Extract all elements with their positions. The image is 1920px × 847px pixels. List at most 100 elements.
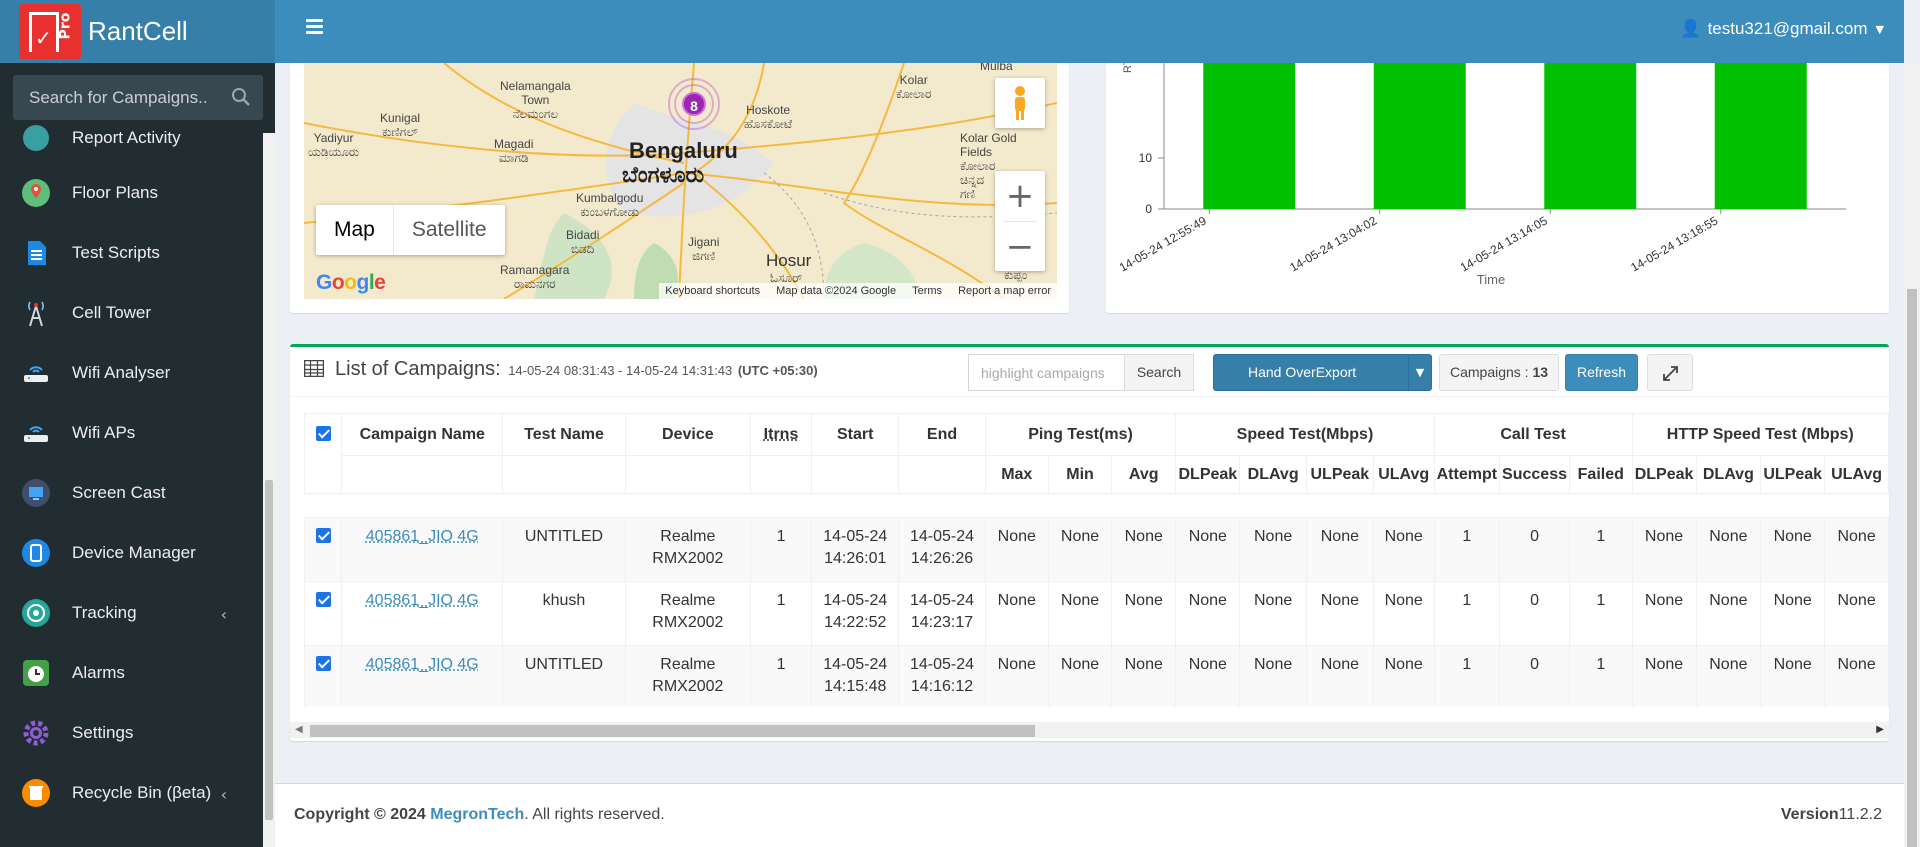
col-speed-ulpeak[interactable]: ULPeak	[1305, 455, 1374, 494]
col-campaign-name[interactable]: Campaign Name	[341, 413, 504, 456]
col-ping-avg[interactable]: Avg	[1111, 455, 1177, 494]
map-place-kolar: Kolar ಕೋಲಾರ	[896, 73, 932, 101]
campaign-link[interactable]: 405861_JIO 4G	[366, 528, 479, 545]
campaign-map[interactable]: Nelamangala Town ನೆಲಮಂಗಲ Kunigal ಕುಣಿಗಲ್…	[304, 63, 1057, 299]
bar-0	[1203, 63, 1296, 209]
campaigns-table-wrapper[interactable]: Campaign Name Test Name Device Itrns Sta…	[304, 413, 1889, 707]
highlight-campaigns-input[interactable]	[968, 354, 1125, 391]
row-checkbox[interactable]	[304, 581, 343, 646]
scroll-left-arrow-icon[interactable]: ◀	[295, 724, 303, 735]
campaigns-title: List of Campaigns: 14-05-24 08:31:43 - 1…	[335, 358, 818, 380]
company-link[interactable]: MegronTech	[430, 806, 524, 823]
map-type-satellite-button[interactable]: Satellite	[394, 205, 505, 255]
col-group-call-test: Call Test	[1433, 413, 1633, 456]
sidebar-item-floor-plans[interactable]: Floor Plans	[0, 163, 263, 223]
handover-export-button[interactable]: Hand OverExport	[1213, 354, 1409, 391]
campaign-link[interactable]: 405861_JIO 4G	[366, 656, 479, 673]
sidebar: Report Activity Floor Plans Test Scripts…	[0, 63, 275, 847]
report-activity-icon	[20, 122, 52, 154]
col-ping-max[interactable]: Max	[984, 455, 1049, 494]
caret-down-icon: ▼	[1875, 22, 1884, 36]
map-type-control: Map Satellite	[316, 205, 505, 255]
col-speed-dlavg[interactable]: DLAvg	[1239, 455, 1307, 494]
col-group-http-speed-test: HTTP Speed Test (Mbps)	[1631, 413, 1889, 456]
keyboard-shortcuts-link[interactable]: Keyboard shortcuts	[665, 283, 760, 299]
table-horizontal-scrollbar[interactable]: ◀ ▶	[290, 722, 1889, 738]
zoom-in-button[interactable]: +	[995, 171, 1045, 221]
user-icon: 👤	[1680, 19, 1702, 39]
menu-toggle-icon[interactable]	[306, 19, 323, 35]
col-device[interactable]: Device	[624, 413, 751, 456]
sidebar-scrollbar[interactable]	[263, 133, 275, 847]
col-group-speed-test: Speed Test(Mbps)	[1175, 413, 1435, 456]
map-place-hoskote: Hoskote ಹೊಸಕೋಟೆ	[744, 103, 793, 131]
user-menu[interactable]: 👤 testu321@gmail.com ▼	[1680, 19, 1884, 39]
col-http-dlavg[interactable]: DLAvg	[1695, 455, 1762, 494]
zoom-out-button[interactable]: −	[995, 222, 1045, 272]
row-checkbox[interactable]	[304, 645, 343, 707]
zoom-control: + −	[995, 171, 1045, 271]
sidebar-item-test-scripts[interactable]: Test Scripts	[0, 223, 263, 283]
sidebar-item-recycle-bin[interactable]: Recycle Bin (βeta) ‹	[0, 763, 263, 823]
sidebar-item-cell-tower[interactable]: Cell Tower	[0, 283, 263, 343]
rtt-bar-chart: 0 10 RT 14-05-24 12:55:49 14-05-24 13:04:02 1…	[1117, 63, 1846, 287]
row-checkbox[interactable]	[304, 517, 343, 582]
col-http-ulpeak[interactable]: ULPeak	[1760, 455, 1826, 494]
sidebar-item-settings[interactable]: Settings	[0, 703, 263, 763]
highlight-search-button[interactable]: Search	[1124, 354, 1194, 391]
refresh-button[interactable]: Refresh	[1565, 354, 1638, 391]
sidebar-item-wifi-analyser[interactable]: Wifi Analyser	[0, 343, 263, 403]
col-call-success[interactable]: Success	[1499, 455, 1570, 494]
device-manager-icon	[20, 537, 52, 569]
col-http-dlpeak[interactable]: DLPeak	[1631, 455, 1697, 494]
x-tick-label: 14-05-24 12:55:49	[1117, 213, 1209, 274]
col-end[interactable]: End	[898, 413, 986, 456]
map-place-kunigal: Kunigal ಕುಣಿಗಲ್	[380, 111, 421, 139]
campaign-cluster-marker[interactable]: 8	[668, 78, 720, 130]
page-scrollbar[interactable]	[1904, 63, 1920, 847]
main-content: Nelamangala Town ನೆಲಮಂಗಲ Kunigal ಕುಣಿಗಲ್…	[275, 63, 1904, 847]
street-view-pegman-icon[interactable]	[995, 78, 1045, 128]
logo[interactable]: ✓ Pro RantCell	[0, 0, 275, 63]
rantcell-logo-icon: ✓ Pro	[19, 4, 81, 59]
expand-icon	[1663, 366, 1678, 381]
sidebar-item-alarms[interactable]: Alarms	[0, 643, 263, 703]
sidebar-item-device-manager[interactable]: Device Manager	[0, 523, 263, 583]
expand-button[interactable]	[1647, 354, 1693, 391]
terms-link[interactable]: Terms	[912, 283, 942, 299]
sidebar-item-tracking[interactable]: Tracking ‹	[0, 583, 263, 643]
map-type-map-button[interactable]: Map	[316, 205, 394, 255]
test-scripts-icon	[20, 237, 52, 269]
scroll-right-arrow-icon[interactable]: ▶	[1876, 724, 1884, 735]
screen-cast-icon	[20, 477, 52, 509]
col-test-name[interactable]: Test Name	[502, 413, 626, 456]
search-icon[interactable]	[231, 87, 251, 107]
map-place-bidadi: Bidadi ಬಿಡದಿ	[566, 228, 600, 256]
chevron-left-icon: ‹	[220, 605, 227, 624]
col-call-failed[interactable]: Failed	[1568, 455, 1633, 494]
sidebar-item-screen-cast[interactable]: Screen Cast	[0, 463, 263, 523]
y-axis-label: RT	[1122, 63, 1134, 73]
report-map-error-link[interactable]: Report a map error	[958, 283, 1051, 299]
google-logo: Google	[316, 271, 386, 294]
select-all-checkbox[interactable]	[304, 413, 343, 494]
page-footer: Copyright © 2024 MegronTech. All rights …	[275, 783, 1904, 847]
export-dropdown-caret-icon[interactable]: ▼	[1408, 354, 1432, 391]
scroll-thumb[interactable]	[310, 725, 1035, 737]
sidebar-item-wifi-aps[interactable]: Wifi APs	[0, 403, 263, 463]
user-email: testu321@gmail.com	[1707, 19, 1868, 38]
col-itrns[interactable]: Itrns	[749, 413, 813, 456]
campaigns-table: Campaign Name Test Name Device Itrns Sta…	[304, 413, 1889, 707]
top-navbar: ✓ Pro RantCell 👤 testu321@gmail.com ▼	[0, 0, 1904, 63]
bar-3	[1714, 63, 1807, 209]
col-call-attempt[interactable]: Attempt	[1433, 455, 1501, 494]
campaign-search-input[interactable]	[13, 75, 223, 120]
col-start[interactable]: Start	[811, 413, 900, 456]
table-row: 405861_JIO 4G khush Realme RMX2002 1 14-…	[304, 581, 1889, 646]
campaign-link[interactable]: 405861_JIO 4G	[366, 592, 479, 609]
col-ping-min[interactable]: Min	[1047, 455, 1113, 494]
col-http-ulavg[interactable]: ULAvg	[1824, 455, 1889, 494]
sidebar-item-report-activity[interactable]: Report Activity	[0, 113, 263, 163]
col-speed-ulavg[interactable]: ULAvg	[1372, 455, 1435, 494]
col-speed-dlpeak[interactable]: DLPeak	[1175, 455, 1241, 494]
